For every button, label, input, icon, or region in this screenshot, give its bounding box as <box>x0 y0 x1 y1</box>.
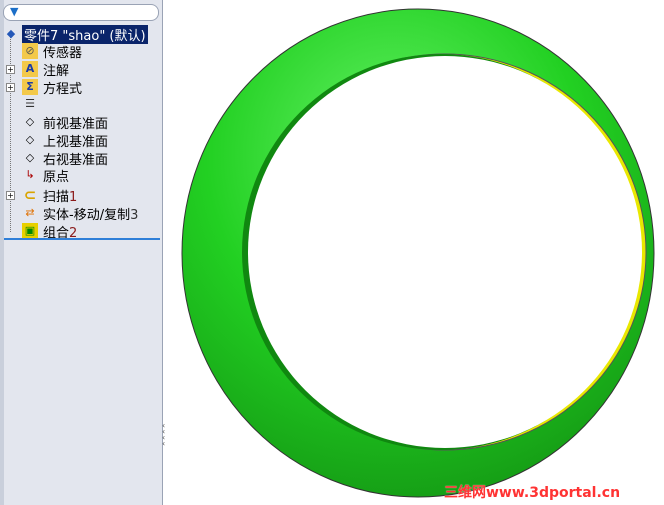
watermark: 三维网www.3dportal.cn <box>444 485 621 501</box>
graphics-area[interactable] <box>0 0 664 505</box>
ring-model <box>181 8 655 498</box>
